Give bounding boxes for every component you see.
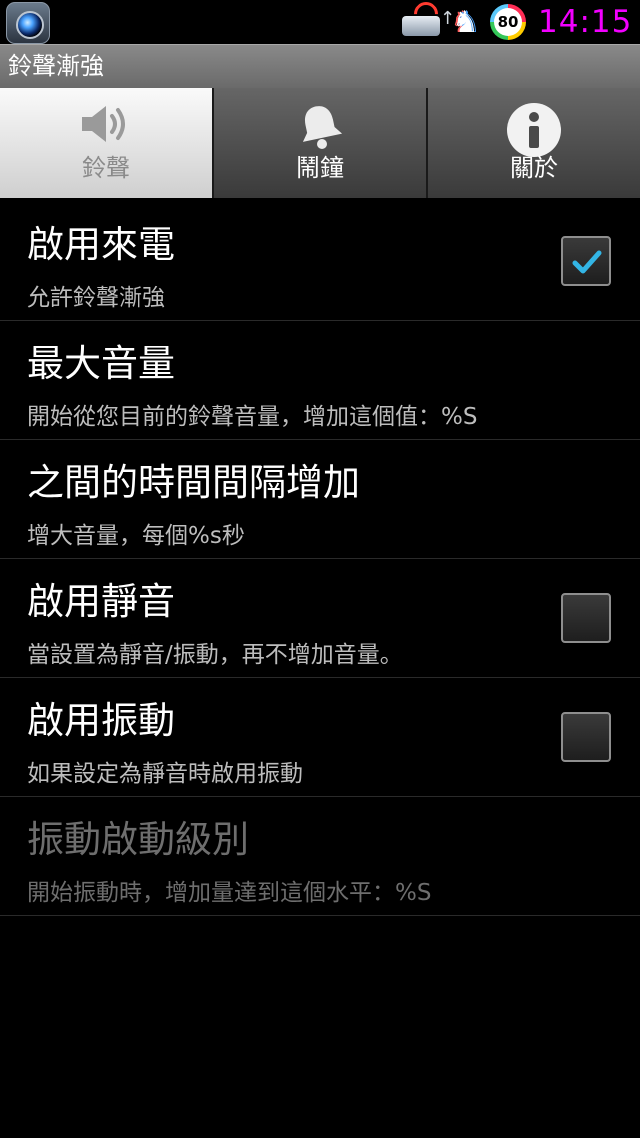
setting-summary: 當設置為靜音/振動，再不增加音量。 (27, 642, 403, 668)
status-bar: ↑ ♞ 80 14:15 (0, 0, 640, 44)
setting-enable-vibration[interactable]: 啟用振動 如果設定為靜音時啟用振動 (0, 678, 640, 797)
setting-interval-increase[interactable]: 之間的時間間隔增加 增大音量，每個%s秒 (0, 440, 640, 559)
tab-about[interactable]: 關於 (428, 88, 640, 198)
setting-title: 啟用來電 (27, 223, 175, 266)
tab-ringtone-label: 鈴聲 (82, 154, 130, 182)
tab-bar: 鈴聲 鬧鐘 關於 (0, 88, 640, 198)
horse-icon: ♞ (452, 5, 479, 40)
setting-title: 啟用靜音 (27, 580, 175, 623)
setting-summary: 開始振動時，增加量達到這個水平：%S (27, 880, 432, 906)
setting-title: 最大音量 (27, 342, 175, 385)
tab-about-label: 關於 (510, 154, 558, 182)
setting-summary: 開始從您目前的鈴聲音量，增加這個值：%S (27, 404, 478, 430)
setting-title: 振動啟動級別 (27, 818, 249, 861)
tab-alarm-label: 鬧鐘 (296, 154, 344, 182)
enable-incoming-call-checkbox[interactable] (561, 236, 611, 286)
app-title: 鈴聲漸強 (8, 52, 104, 80)
settings-list: 啟用來電 允許鈴聲漸強 最大音量 開始從您目前的鈴聲音量，增加這個值：%S 之間… (0, 202, 640, 916)
tab-ringtone[interactable]: 鈴聲 (0, 88, 214, 198)
wifi-router-icon (402, 16, 440, 36)
setting-max-volume[interactable]: 最大音量 開始從您目前的鈴聲音量，增加這個值：%S (0, 321, 640, 440)
checkmark-icon (572, 250, 602, 274)
battery-level: 80 (494, 8, 522, 36)
tab-alarm[interactable]: 鬧鐘 (214, 88, 428, 198)
status-icons: ↑ ♞ 80 (400, 2, 536, 42)
title-bar: 鈴聲漸強 (0, 44, 640, 88)
camera-app-icon (6, 2, 50, 44)
setting-summary: 允許鈴聲漸強 (27, 285, 165, 311)
setting-title: 啟用振動 (27, 699, 175, 742)
setting-title: 之間的時間間隔增加 (27, 461, 360, 504)
speaker-icon (78, 102, 134, 150)
status-clock: 14:15 (538, 4, 633, 40)
setting-enable-incoming-call[interactable]: 啟用來電 允許鈴聲漸強 (0, 202, 640, 321)
bell-icon (292, 102, 348, 154)
setting-summary: 增大音量，每個%s秒 (27, 523, 245, 549)
setting-summary: 如果設定為靜音時啟用振動 (27, 761, 303, 787)
battery-badge: 80 (490, 4, 526, 40)
setting-vibration-start-level: 振動啟動級別 開始振動時，增加量達到這個水平：%S (0, 797, 640, 916)
setting-enable-silent[interactable]: 啟用靜音 當設置為靜音/振動，再不增加音量。 (0, 559, 640, 678)
enable-silent-checkbox[interactable] (561, 593, 611, 643)
enable-vibration-checkbox[interactable] (561, 712, 611, 762)
